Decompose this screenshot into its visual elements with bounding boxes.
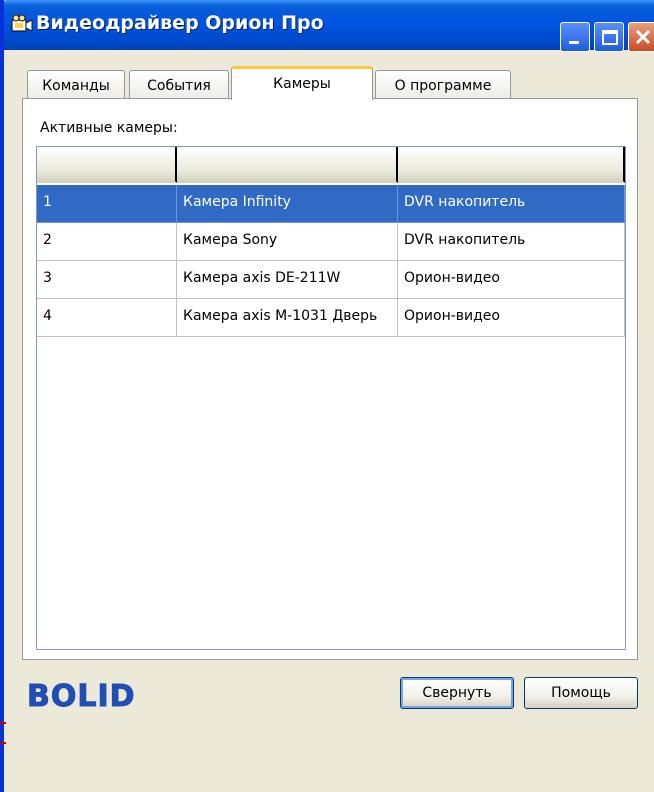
- camera-number: 3: [37, 261, 177, 299]
- table-row[interactable]: 2 Камера Sony DVR накопитель: [37, 223, 625, 261]
- table-row[interactable]: 4 Камера axis M-1031 Дверь Орион-видео: [37, 299, 625, 337]
- camera-type: DVR накопитель: [398, 185, 625, 223]
- desktop-artifact: [0, 722, 6, 724]
- tab-label: Камеры: [273, 76, 331, 92]
- close-button[interactable]: [628, 22, 654, 52]
- column-header-name[interactable]: [177, 147, 398, 183]
- camera-name: Камера axis M-1031 Дверь: [177, 299, 398, 337]
- minimize-button[interactable]: [560, 22, 590, 52]
- camera-number: 4: [37, 299, 177, 337]
- camera-type: DVR накопитель: [398, 223, 625, 261]
- maximize-icon: [602, 30, 618, 45]
- window-border-left: [0, 0, 4, 792]
- desktop-artifact: [0, 742, 6, 744]
- camera-type: Орион-видео: [398, 261, 625, 299]
- collapse-button[interactable]: Свернуть: [400, 677, 514, 709]
- app-window: Видеодрайвер Орион Про Команды События К…: [0, 0, 654, 792]
- close-icon: [635, 29, 651, 45]
- column-header-number[interactable]: [37, 147, 177, 183]
- tab-label: События: [147, 78, 211, 94]
- maximize-button[interactable]: [594, 22, 624, 52]
- help-button[interactable]: Помощь: [524, 677, 638, 709]
- bolid-logo: BOLID: [27, 680, 136, 710]
- tab-about[interactable]: О программе: [375, 70, 511, 100]
- active-cameras-label: Активные камеры:: [40, 120, 178, 136]
- table-row[interactable]: 1 Камера Infinity DVR накопитель: [37, 185, 625, 223]
- camera-app-icon: [11, 14, 33, 32]
- tab-commands[interactable]: Команды: [27, 70, 125, 100]
- camera-name: Камера Infinity: [177, 185, 398, 223]
- camera-type: Орион-видео: [398, 299, 625, 337]
- camera-number: 2: [37, 223, 177, 261]
- logo-text: BOLID: [27, 680, 136, 710]
- tab-label: О программе: [394, 78, 492, 94]
- column-header-type[interactable]: [398, 147, 625, 183]
- window-title: Видеодрайвер Орион Про: [36, 12, 324, 34]
- camera-name: Камера Sony: [177, 223, 398, 261]
- tab-cameras[interactable]: Камеры: [231, 66, 373, 100]
- tab-events[interactable]: События: [129, 70, 229, 100]
- table-row[interactable]: 3 Камера axis DE-211W Орион-видео: [37, 261, 625, 299]
- camera-name: Камера axis DE-211W: [177, 261, 398, 299]
- minimize-icon: [569, 41, 579, 44]
- tab-label: Команды: [42, 78, 110, 94]
- title-bar[interactable]: Видеодрайвер Орион Про: [0, 0, 654, 52]
- camera-number: 1: [37, 185, 177, 223]
- cameras-list[interactable]: 1 Камера Infinity DVR накопитель 2 Камер…: [36, 146, 626, 650]
